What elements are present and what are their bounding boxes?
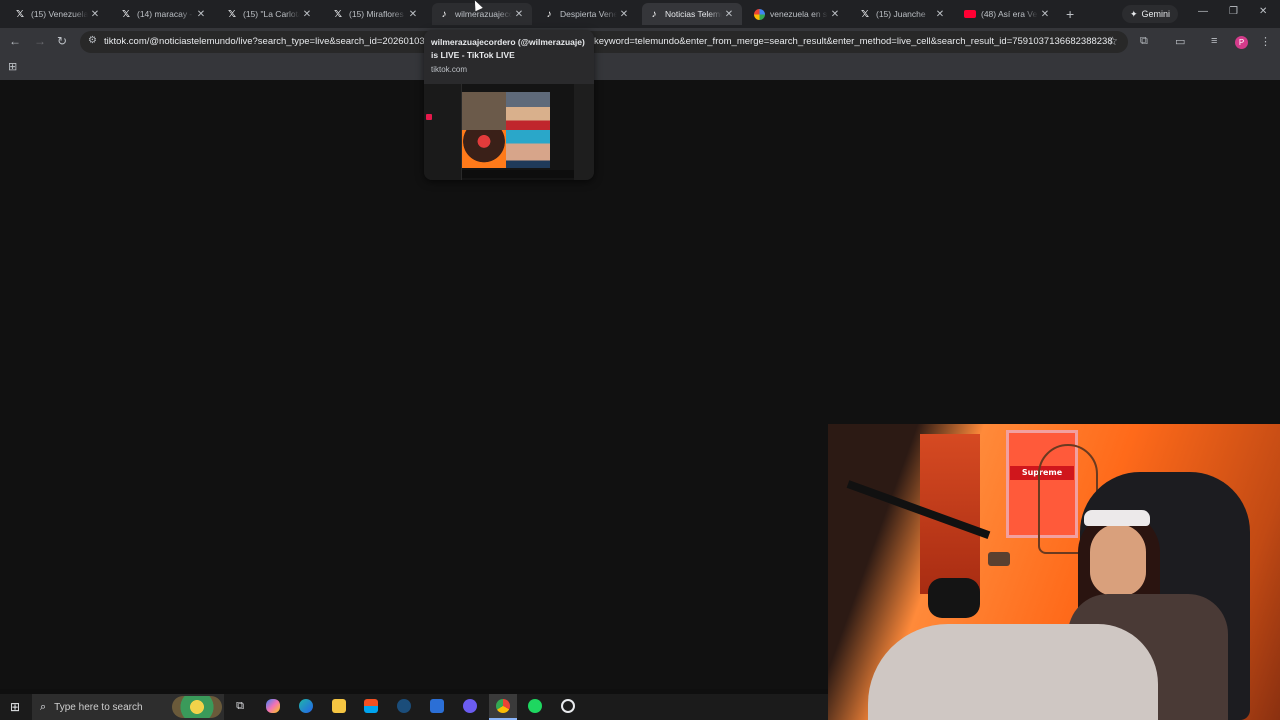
- microphone-icon: [928, 578, 980, 618]
- hover-card-domain: tiktok.com: [431, 65, 468, 74]
- thumbnail-sidebar: [424, 84, 462, 180]
- x-icon: 𝕏: [227, 8, 237, 20]
- tab-venezuela[interactable]: 𝕏 (15) Venezuela ✕: [8, 3, 108, 25]
- edge-icon[interactable]: [298, 698, 314, 714]
- webcam-headband: [1084, 510, 1150, 526]
- thumbnail-video-tile: [462, 130, 506, 168]
- webcam-camera: [988, 552, 1010, 566]
- x-icon: 𝕏: [121, 8, 131, 20]
- hover-card-thumbnail: [424, 84, 594, 180]
- tab-maracay[interactable]: 𝕏 (14) maracay - S ✕: [114, 3, 214, 25]
- youtube-icon: [964, 10, 976, 18]
- search-highlight-image[interactable]: [172, 696, 222, 718]
- close-icon[interactable]: ✕: [828, 9, 842, 20]
- thumbnail-chat: [574, 84, 594, 180]
- address-bar[interactable]: ⚙ tiktok.com/@noticiastelemundo/live?sea…: [80, 31, 1128, 53]
- x-icon: 𝕏: [333, 8, 343, 20]
- menu-icon[interactable]: ⋮: [1260, 35, 1271, 48]
- hover-card-title: wilmerazuajecordero (@wilmerazuaje) is L…: [431, 37, 585, 60]
- close-icon[interactable]: ✕: [617, 9, 631, 20]
- tab-despierta-venezuela[interactable]: ♪ Despierta Vene ✕: [537, 3, 637, 25]
- thumbnail-video-tile: [506, 92, 550, 130]
- chrome-icon[interactable]: [495, 698, 511, 714]
- search-placeholder: Type here to search: [54, 701, 143, 713]
- sparkle-icon: ✦: [1130, 8, 1138, 19]
- bookmarks-bar: [0, 56, 1280, 80]
- tab-title: (48) Así era Ven: [981, 9, 1038, 19]
- tiktok-icon: ♪: [546, 8, 552, 20]
- reload-icon[interactable]: ↻: [57, 34, 67, 48]
- webcam-blanket: [868, 624, 1158, 720]
- tab-title: wilmerazuajeco: [455, 9, 512, 19]
- mail-icon[interactable]: [429, 698, 445, 714]
- back-icon[interactable]: ←: [9, 34, 21, 48]
- x-icon: 𝕏: [860, 8, 870, 20]
- search-icon: ⌕: [40, 700, 47, 713]
- close-icon[interactable]: ✕: [88, 9, 102, 20]
- tab-title: (15) Venezuela: [31, 9, 88, 19]
- tab-title: Noticias Telemu: [665, 9, 722, 19]
- spotify-icon[interactable]: [527, 698, 543, 714]
- media-control-icon[interactable]: ≡: [1211, 35, 1217, 47]
- windows-start-icon[interactable]: ⊞: [10, 700, 20, 714]
- tab-strip: 𝕏 (15) Venezuela ✕ 𝕏 (14) maracay - S ✕ …: [0, 0, 1280, 28]
- thumbnail-video-tile: [506, 130, 550, 168]
- steam-icon[interactable]: [396, 698, 412, 714]
- close-icon[interactable]: ✕: [300, 9, 314, 20]
- close-icon[interactable]: ✕: [1038, 9, 1052, 20]
- url-text-end: keyword=telemundo&enter_from_merge=searc…: [594, 36, 1113, 47]
- store-icon[interactable]: [363, 698, 379, 714]
- browser-toolbar: ← → ↻ ⚙ tiktok.com/@noticiastelemundo/li…: [0, 28, 1280, 56]
- tab-asi-era-venezuela[interactable]: (48) Así era Ven ✕: [958, 3, 1058, 25]
- google-icon: [754, 8, 765, 20]
- new-tab-button[interactable]: +: [1066, 6, 1074, 22]
- discord-icon[interactable]: [462, 698, 478, 714]
- tab-title: (15) Miraflores: [349, 9, 404, 19]
- tab-juanche[interactable]: 𝕏 (15) Juanche ✕: [853, 3, 953, 25]
- close-icon[interactable]: ✕: [406, 9, 420, 20]
- tab-title: Despierta Vene: [560, 9, 617, 19]
- thumbnail-logo: [426, 114, 432, 120]
- copilot-icon[interactable]: [265, 698, 281, 714]
- webcam-overlay: Supreme: [828, 424, 1280, 720]
- close-icon[interactable]: ✕: [194, 9, 208, 20]
- site-info-icon[interactable]: ⚙: [88, 35, 97, 46]
- thumbnail-video-tile: [462, 92, 506, 130]
- profile-avatar[interactable]: P: [1235, 36, 1248, 49]
- task-view-icon[interactable]: ⧉: [232, 698, 248, 714]
- tiktok-icon: ♪: [651, 8, 657, 20]
- gemini-button[interactable]: ✦ Gemini: [1122, 5, 1179, 23]
- tab-noticias-telemundo[interactable]: ♪ Noticias Telemu ✕: [642, 3, 742, 25]
- window-close-icon[interactable]: ✕: [1259, 6, 1267, 17]
- close-icon[interactable]: ✕: [933, 9, 947, 20]
- gemini-label: Gemini: [1141, 9, 1171, 19]
- thumbnail-controls: [462, 170, 574, 178]
- tab-venezuela-search[interactable]: venezuela en su ✕: [748, 3, 848, 25]
- close-icon[interactable]: ✕: [512, 9, 526, 20]
- forward-icon[interactable]: →: [34, 34, 46, 48]
- apps-grid-icon[interactable]: ⊞: [8, 60, 17, 73]
- tab-la-carlota[interactable]: 𝕏 (15) "La Carlota" ✕: [220, 3, 320, 25]
- bookmark-star-icon[interactable]: ☆: [1107, 34, 1118, 48]
- tiktok-icon: ♪: [441, 8, 447, 20]
- tab-miraflores[interactable]: 𝕏 (15) Miraflores ✕: [326, 3, 426, 25]
- cast-icon[interactable]: ▭: [1175, 35, 1185, 48]
- restore-icon[interactable]: ❐: [1229, 6, 1238, 17]
- tab-title: venezuela en su: [770, 9, 828, 19]
- x-icon: 𝕏: [15, 8, 25, 20]
- url-text: tiktok.com/@noticiastelemundo/live?searc…: [104, 36, 430, 47]
- close-icon[interactable]: ✕: [722, 9, 736, 20]
- tab-title: (14) maracay - S: [137, 9, 194, 19]
- tab-title: (15) Juanche: [876, 9, 926, 19]
- webcam-person-face: [1090, 524, 1146, 596]
- extensions-icon[interactable]: ⧉: [1140, 35, 1148, 48]
- file-explorer-icon[interactable]: [331, 698, 347, 714]
- tab-hover-card: wilmerazuajecordero (@wilmerazuaje) is L…: [424, 30, 594, 180]
- tab-title: (15) "La Carlota": [243, 9, 300, 19]
- minimize-icon[interactable]: —: [1198, 6, 1208, 17]
- speedtest-icon[interactable]: [560, 698, 576, 714]
